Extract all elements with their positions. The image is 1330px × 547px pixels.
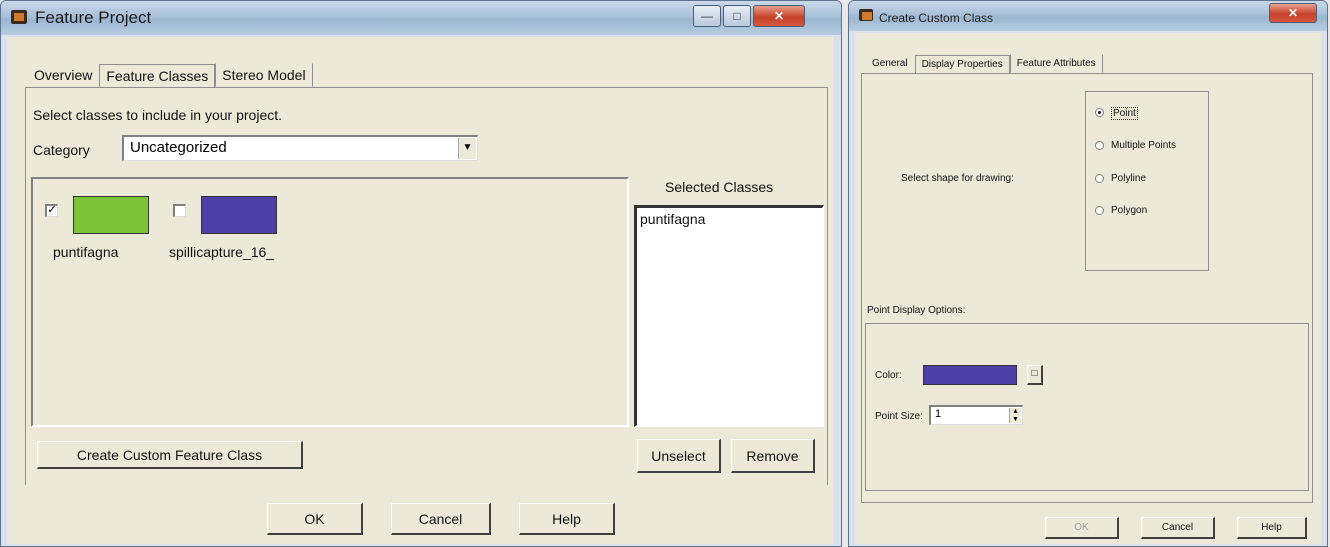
ok-button[interactable]: OK xyxy=(267,503,363,535)
class-swatch-puntifagna[interactable] xyxy=(73,196,149,234)
color-picker-icon[interactable]: □ xyxy=(1027,365,1043,385)
feature-project-window: Feature Project — □ ✕ Overview Feature C… xyxy=(0,0,842,547)
class-label-spillicapture: spillicapture_16_ xyxy=(169,244,275,260)
maximize-icon[interactable]: □ xyxy=(723,5,751,27)
chevron-down-icon[interactable]: ▼ xyxy=(458,138,476,159)
create-custom-class-window: Create Custom Class ✕ General Display Pr… xyxy=(848,0,1328,547)
create-custom-class-titlebar[interactable]: Create Custom Class ✕ xyxy=(849,1,1327,31)
window-title: Create Custom Class xyxy=(879,11,994,25)
unselect-button[interactable]: Unselect xyxy=(637,439,721,473)
category-label: Category xyxy=(33,142,90,158)
class-checkbox-spillicapture[interactable] xyxy=(173,204,186,217)
tab-stereo-model[interactable]: Stereo Model xyxy=(215,63,313,87)
selected-classes-label: Selected Classes xyxy=(665,179,774,195)
help-button[interactable]: Help xyxy=(519,503,615,535)
cancel-button[interactable]: Cancel xyxy=(391,503,491,535)
tab-bar: Overview Feature Classes Stereo Model xyxy=(27,61,313,87)
close-icon[interactable]: ✕ xyxy=(1269,3,1317,23)
color-swatch[interactable] xyxy=(923,365,1017,385)
shape-radio-polyline[interactable] xyxy=(1095,174,1104,183)
shape-label: Select shape for drawing: xyxy=(901,173,1014,184)
create-custom-class-client: General Display Properties Feature Attri… xyxy=(855,33,1321,544)
list-item[interactable]: puntifagna xyxy=(640,211,705,227)
feature-project-titlebar[interactable]: Feature Project — □ ✕ xyxy=(1,1,841,35)
class-checkbox-puntifagna[interactable]: ✓ xyxy=(45,204,58,217)
create-custom-feature-class-button[interactable]: Create Custom Feature Class xyxy=(37,441,303,469)
close-icon[interactable]: ✕ xyxy=(753,5,805,27)
feature-project-client: Overview Feature Classes Stereo Model Se… xyxy=(7,37,833,544)
shape-label-multiple-points[interactable]: Multiple Points xyxy=(1111,140,1176,151)
minimize-icon[interactable]: — xyxy=(693,5,721,27)
tab-general[interactable]: General xyxy=(865,54,915,73)
spinner-icon[interactable]: ▲ ▼ xyxy=(1009,408,1021,423)
shape-radio-polygon[interactable] xyxy=(1095,206,1104,215)
point-size-input[interactable]: 1 ▲ ▼ xyxy=(929,405,1023,425)
help-button[interactable]: Help xyxy=(1237,517,1307,539)
shape-radio-point[interactable] xyxy=(1095,108,1104,117)
category-dropdown[interactable]: Uncategorized ▼ xyxy=(122,135,478,161)
selected-classes-list[interactable]: puntifagna xyxy=(634,205,824,427)
color-label: Color: xyxy=(875,370,902,381)
tab-bar: General Display Properties Feature Attri… xyxy=(865,53,1103,73)
tab-overview[interactable]: Overview xyxy=(27,63,99,87)
tab-feature-attributes[interactable]: Feature Attributes xyxy=(1009,54,1103,73)
class-swatch-spillicapture[interactable] xyxy=(201,196,277,234)
app-icon xyxy=(859,9,873,21)
point-display-options-label: Point Display Options: xyxy=(867,305,966,316)
instructions-text: Select classes to include in your projec… xyxy=(33,107,283,123)
remove-button[interactable]: Remove xyxy=(731,439,815,473)
classes-area: ✓ puntifagna spillicapture_16_ xyxy=(31,177,629,427)
window-title: Feature Project xyxy=(35,8,152,27)
shape-label-polygon[interactable]: Polygon xyxy=(1111,205,1147,216)
tab-display-properties[interactable]: Display Properties xyxy=(914,55,1010,73)
shape-label-point[interactable]: Point xyxy=(1111,107,1138,120)
point-size-label: Point Size: xyxy=(875,411,923,422)
shape-label-polyline[interactable]: Polyline xyxy=(1111,173,1146,184)
shape-group xyxy=(1085,91,1209,271)
category-value: Uncategorized xyxy=(130,139,227,156)
app-icon xyxy=(11,10,27,24)
class-label-puntifagna: puntifagna xyxy=(53,244,119,260)
shape-radio-multiple-points[interactable] xyxy=(1095,141,1104,150)
ok-button[interactable]: OK xyxy=(1045,517,1119,539)
tab-feature-classes[interactable]: Feature Classes xyxy=(99,64,216,87)
point-size-value: 1 xyxy=(935,408,942,420)
cancel-button[interactable]: Cancel xyxy=(1141,517,1215,539)
